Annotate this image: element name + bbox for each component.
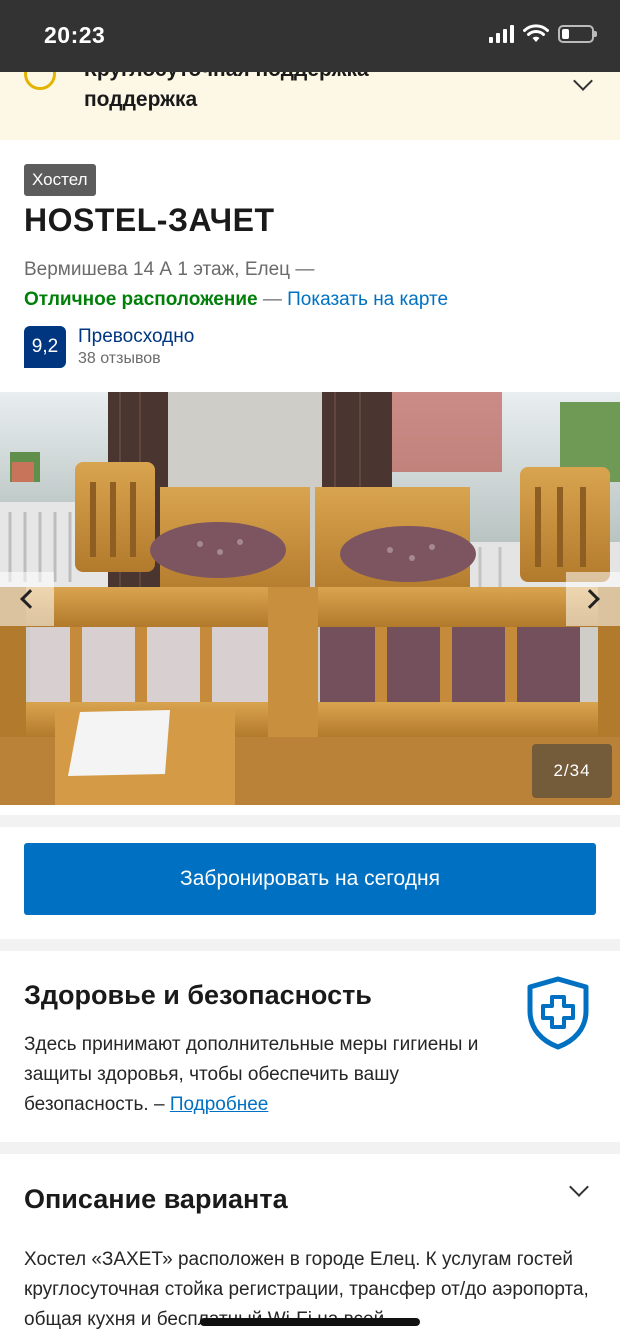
location-line: Отличное расположение — Показать на карт…	[24, 289, 448, 311]
chevron-down-icon[interactable]	[573, 72, 593, 91]
health-section-title: Здоровье и безопасность	[24, 980, 372, 1010]
description-section-title: Описание варианта	[24, 1184, 288, 1214]
gallery-prev-button[interactable]	[0, 572, 54, 626]
status-bar: 20:23	[0, 0, 620, 72]
notice-line-2: поддержка	[84, 88, 198, 111]
home-indicator[interactable]	[200, 1318, 420, 1326]
section-divider	[0, 1142, 620, 1154]
chevron-down-icon[interactable]	[569, 1177, 589, 1197]
room-photo	[0, 392, 620, 805]
battery-icon	[558, 25, 597, 43]
gallery-next-button[interactable]	[566, 572, 620, 626]
support-notice[interactable]: Круглосуточная поддержка поддержка	[0, 72, 620, 140]
chevron-left-icon	[20, 589, 40, 609]
shield-plus-icon	[527, 976, 589, 1050]
status-time: 20:23	[44, 22, 106, 48]
health-text: Здесь принимают дополнительные меры гиги…	[24, 1030, 494, 1120]
location-rating: Отличное расположение	[24, 289, 258, 310]
section-divider	[0, 815, 620, 827]
property-address: Вермишева 14 А 1 этаж, Елец —	[24, 259, 315, 280]
book-today-button[interactable]: Забронировать на сегодня	[24, 843, 596, 915]
health-more-link[interactable]: Подробнее	[170, 1094, 269, 1115]
review-score[interactable]: 9,2	[24, 326, 66, 368]
gallery-counter: 2/34	[532, 744, 612, 798]
review-count[interactable]: 38 отзывов	[78, 350, 161, 368]
review-score-word[interactable]: Превосходно	[78, 326, 194, 348]
chevron-right-icon	[580, 589, 600, 609]
property-type-badge: Хостел	[24, 164, 96, 196]
wifi-icon	[523, 24, 549, 42]
notice-line-1: Круглосуточная поддержка	[84, 72, 369, 82]
section-divider	[0, 939, 620, 951]
show-on-map-link[interactable]: Показать на карте	[287, 289, 448, 310]
info-icon	[24, 72, 56, 90]
signal-icon	[489, 25, 514, 43]
property-title: HOSTEL-ЗАЧЕТ	[24, 202, 275, 238]
photo-gallery[interactable]: 2/34	[0, 392, 620, 805]
location-separator: —	[257, 289, 288, 310]
status-icons	[489, 24, 597, 44]
